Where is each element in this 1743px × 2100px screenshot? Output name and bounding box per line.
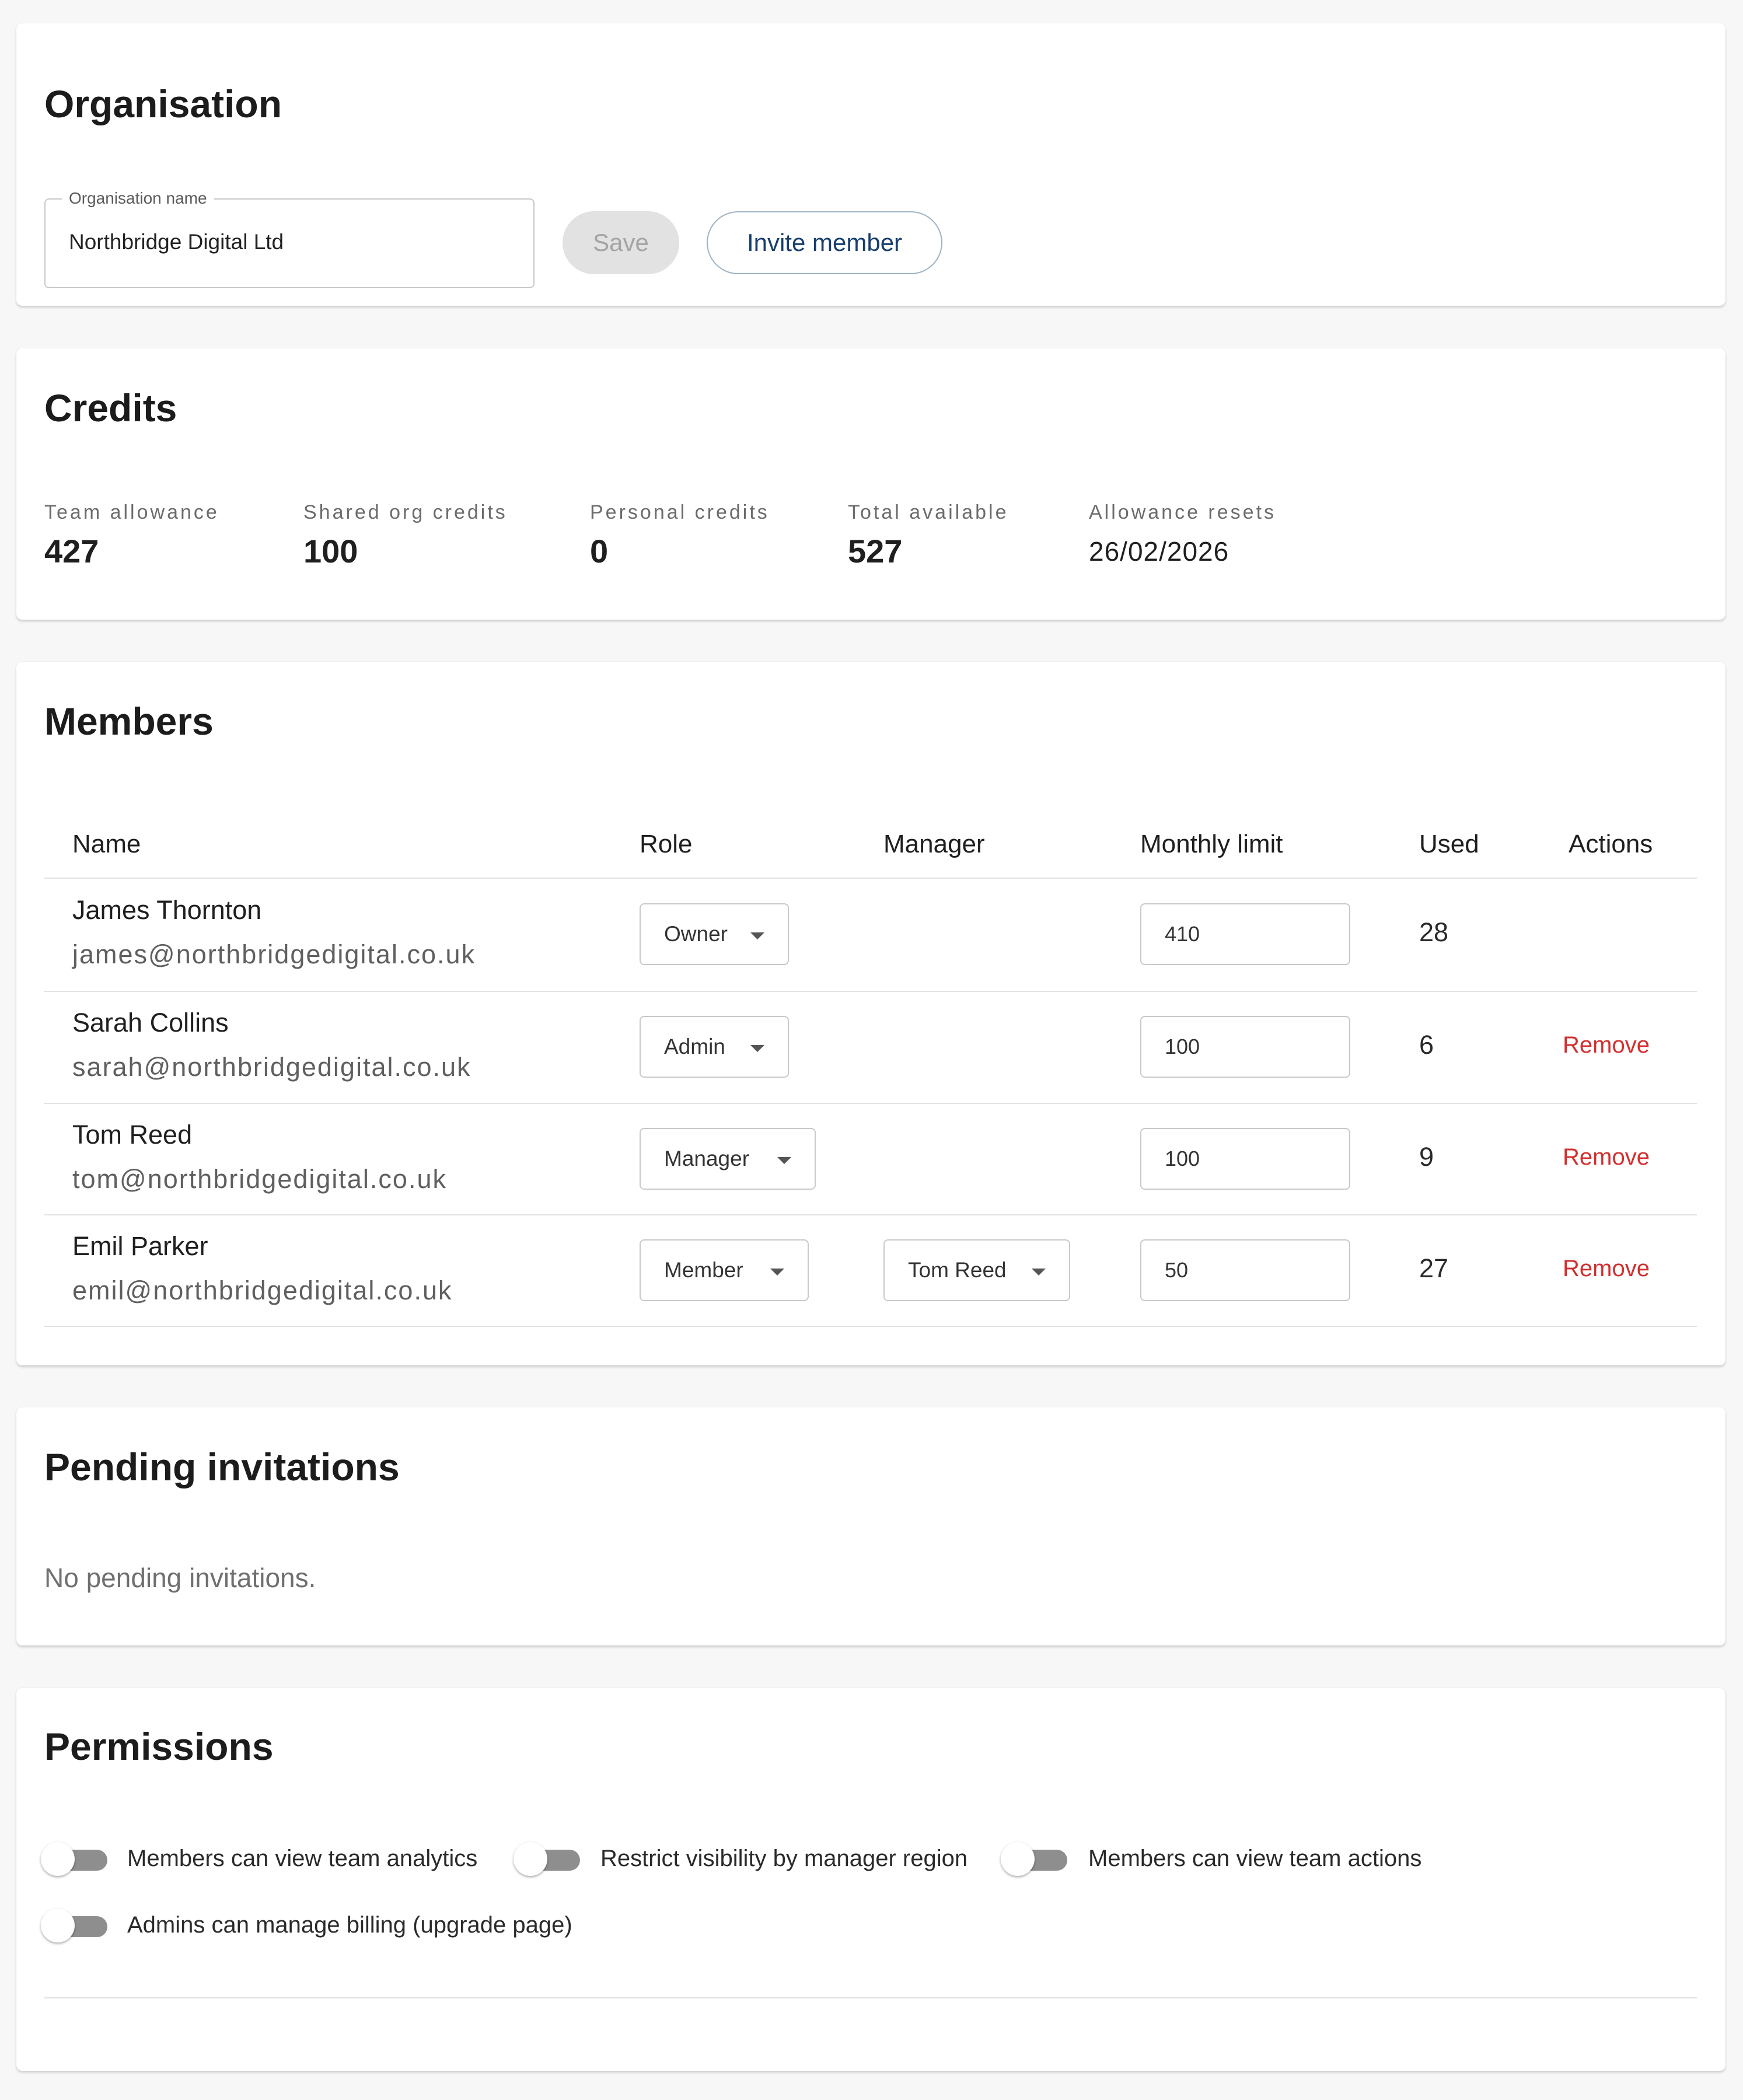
- chevron-down-icon: [770, 1269, 784, 1276]
- member-name: Emil Parker: [72, 1231, 208, 1261]
- stat-value: 26/02/2026: [1089, 536, 1229, 567]
- pending-invitations-card: Pending invitations No pending invitatio…: [16, 1407, 1725, 1645]
- members-title: Members: [44, 700, 214, 743]
- stat-value: 0: [590, 533, 609, 569]
- stat-value: 527: [848, 533, 903, 569]
- chevron-down-icon: [750, 932, 764, 939]
- column-header-manager: Manager: [883, 830, 985, 858]
- used-value: 6: [1419, 1030, 1434, 1060]
- monthly-limit-input[interactable]: 100: [1140, 1128, 1350, 1190]
- stat-label: Total available: [848, 501, 1009, 523]
- stat-total-available: Total available 527: [848, 501, 1008, 570]
- organisation-name-field[interactable]: Organisation name Northbridge Digital Lt…: [44, 189, 535, 288]
- chevron-down-icon: [777, 1157, 791, 1164]
- toggle-members-view-analytics[interactable]: [41, 1841, 111, 1876]
- empty-state-text: No pending invitations.: [44, 1563, 316, 1593]
- used-value: 28: [1419, 917, 1449, 947]
- toggle-thumb: [41, 1842, 75, 1876]
- role-select[interactable]: Manager: [640, 1128, 816, 1190]
- remove-member-button[interactable]: Remove: [1563, 1144, 1650, 1170]
- column-header-used: Used: [1419, 830, 1479, 858]
- column-header-actions: Actions: [1569, 830, 1653, 858]
- permissions-card: Permissions Members can view team analyt…: [16, 1688, 1725, 2071]
- chevron-down-icon: [1032, 1269, 1046, 1276]
- member-name: Tom Reed: [72, 1120, 193, 1149]
- monthly-limit-input[interactable]: 50: [1140, 1239, 1350, 1301]
- member-email: sarah@northbridgedigital.co.uk: [72, 1052, 471, 1082]
- credits-title: Credits: [44, 386, 177, 429]
- role-select-value: Owner: [664, 922, 728, 946]
- toggle-label: Admins can manage billing (upgrade page): [127, 1912, 572, 1938]
- column-header-monthly-limit: Monthly limit: [1140, 830, 1283, 858]
- member-email: emil@northbridgedigital.co.uk: [72, 1276, 453, 1305]
- members-card: Members Name Role Manager Monthly limit …: [16, 662, 1725, 1365]
- role-select-value: Manager: [664, 1147, 750, 1170]
- member-name: James Thornton: [72, 895, 262, 925]
- table-row: Tom Reed tom@northbridgedigital.co.uk Ma…: [16, 1103, 1725, 1215]
- chevron-down-icon: [750, 1045, 764, 1052]
- stat-label: Shared org credits: [303, 501, 508, 523]
- permissions-title: Permissions: [44, 1725, 274, 1768]
- table-row: James Thornton james@northbridgedigital.…: [16, 879, 1725, 991]
- manager-select[interactable]: Tom Reed: [883, 1239, 1070, 1301]
- table-row: Sarah Collins sarah@northbridgedigital.c…: [16, 991, 1725, 1103]
- monthly-limit-input[interactable]: 410: [1140, 903, 1350, 965]
- organisation-card: Organisation Organisation name Northbrid…: [16, 23, 1725, 306]
- role-select[interactable]: Member: [640, 1239, 809, 1301]
- organisation-name-input[interactable]: Northbridge Digital Ltd: [69, 230, 284, 254]
- member-name: Sarah Collins: [72, 1008, 229, 1037]
- stat-value: 427: [44, 533, 99, 569]
- role-select[interactable]: Admin: [640, 1016, 789, 1078]
- member-email: james@northbridgedigital.co.uk: [72, 939, 476, 969]
- member-email: tom@northbridgedigital.co.uk: [72, 1164, 447, 1194]
- role-select[interactable]: Owner: [640, 903, 789, 965]
- remove-member-button[interactable]: Remove: [1563, 1256, 1650, 1282]
- toggle-label: Members can view team analytics: [127, 1846, 478, 1871]
- column-header-name: Name: [72, 830, 141, 858]
- stat-label: Personal credits: [590, 501, 770, 523]
- toggle-thumb: [41, 1909, 75, 1942]
- stat-team-allowance: Team allowance 427: [44, 501, 219, 570]
- role-select-value: Admin: [664, 1035, 725, 1058]
- stat-value: 100: [303, 533, 358, 569]
- stat-allowance-resets: Allowance resets 26/02/2026: [1089, 501, 1276, 567]
- remove-member-button[interactable]: Remove: [1563, 1032, 1650, 1058]
- credits-card: Credits Team allowance 427 Shared org cr…: [16, 348, 1725, 620]
- toggle-admins-manage-billing[interactable]: [41, 1907, 111, 1942]
- invite-member-button[interactable]: Invite member: [707, 211, 942, 274]
- row-divider: [44, 1326, 1697, 1327]
- table-row: Emil Parker emil@northbridgedigital.co.u…: [16, 1215, 1725, 1327]
- toggle-thumb: [514, 1842, 547, 1876]
- used-value: 27: [1419, 1253, 1449, 1283]
- toggle-members-view-actions[interactable]: [1001, 1841, 1071, 1876]
- organisation-name-label: Organisation name: [62, 189, 214, 208]
- save-button[interactable]: Save: [563, 211, 679, 274]
- organisation-title: Organisation: [44, 82, 282, 125]
- pending-invitations-title: Pending invitations: [44, 1445, 400, 1488]
- toggle-label: Restrict visibility by manager region: [600, 1846, 968, 1871]
- stat-shared-org-credits: Shared org credits 100: [303, 501, 508, 570]
- toggle-label: Members can view team actions: [1088, 1846, 1422, 1871]
- stat-personal-credits: Personal credits 0: [590, 501, 770, 570]
- permissions-divider: [44, 1997, 1697, 1998]
- stat-label: Team allowance: [44, 501, 219, 523]
- monthly-limit-input[interactable]: 100: [1140, 1016, 1350, 1078]
- stat-label: Allowance resets: [1089, 501, 1277, 523]
- used-value: 9: [1419, 1142, 1434, 1172]
- column-header-role: Role: [640, 830, 693, 858]
- manager-select-value: Tom Reed: [908, 1258, 1007, 1282]
- toggle-restrict-visibility[interactable]: [514, 1841, 584, 1876]
- role-select-value: Member: [664, 1258, 743, 1282]
- toggle-thumb: [1001, 1842, 1035, 1876]
